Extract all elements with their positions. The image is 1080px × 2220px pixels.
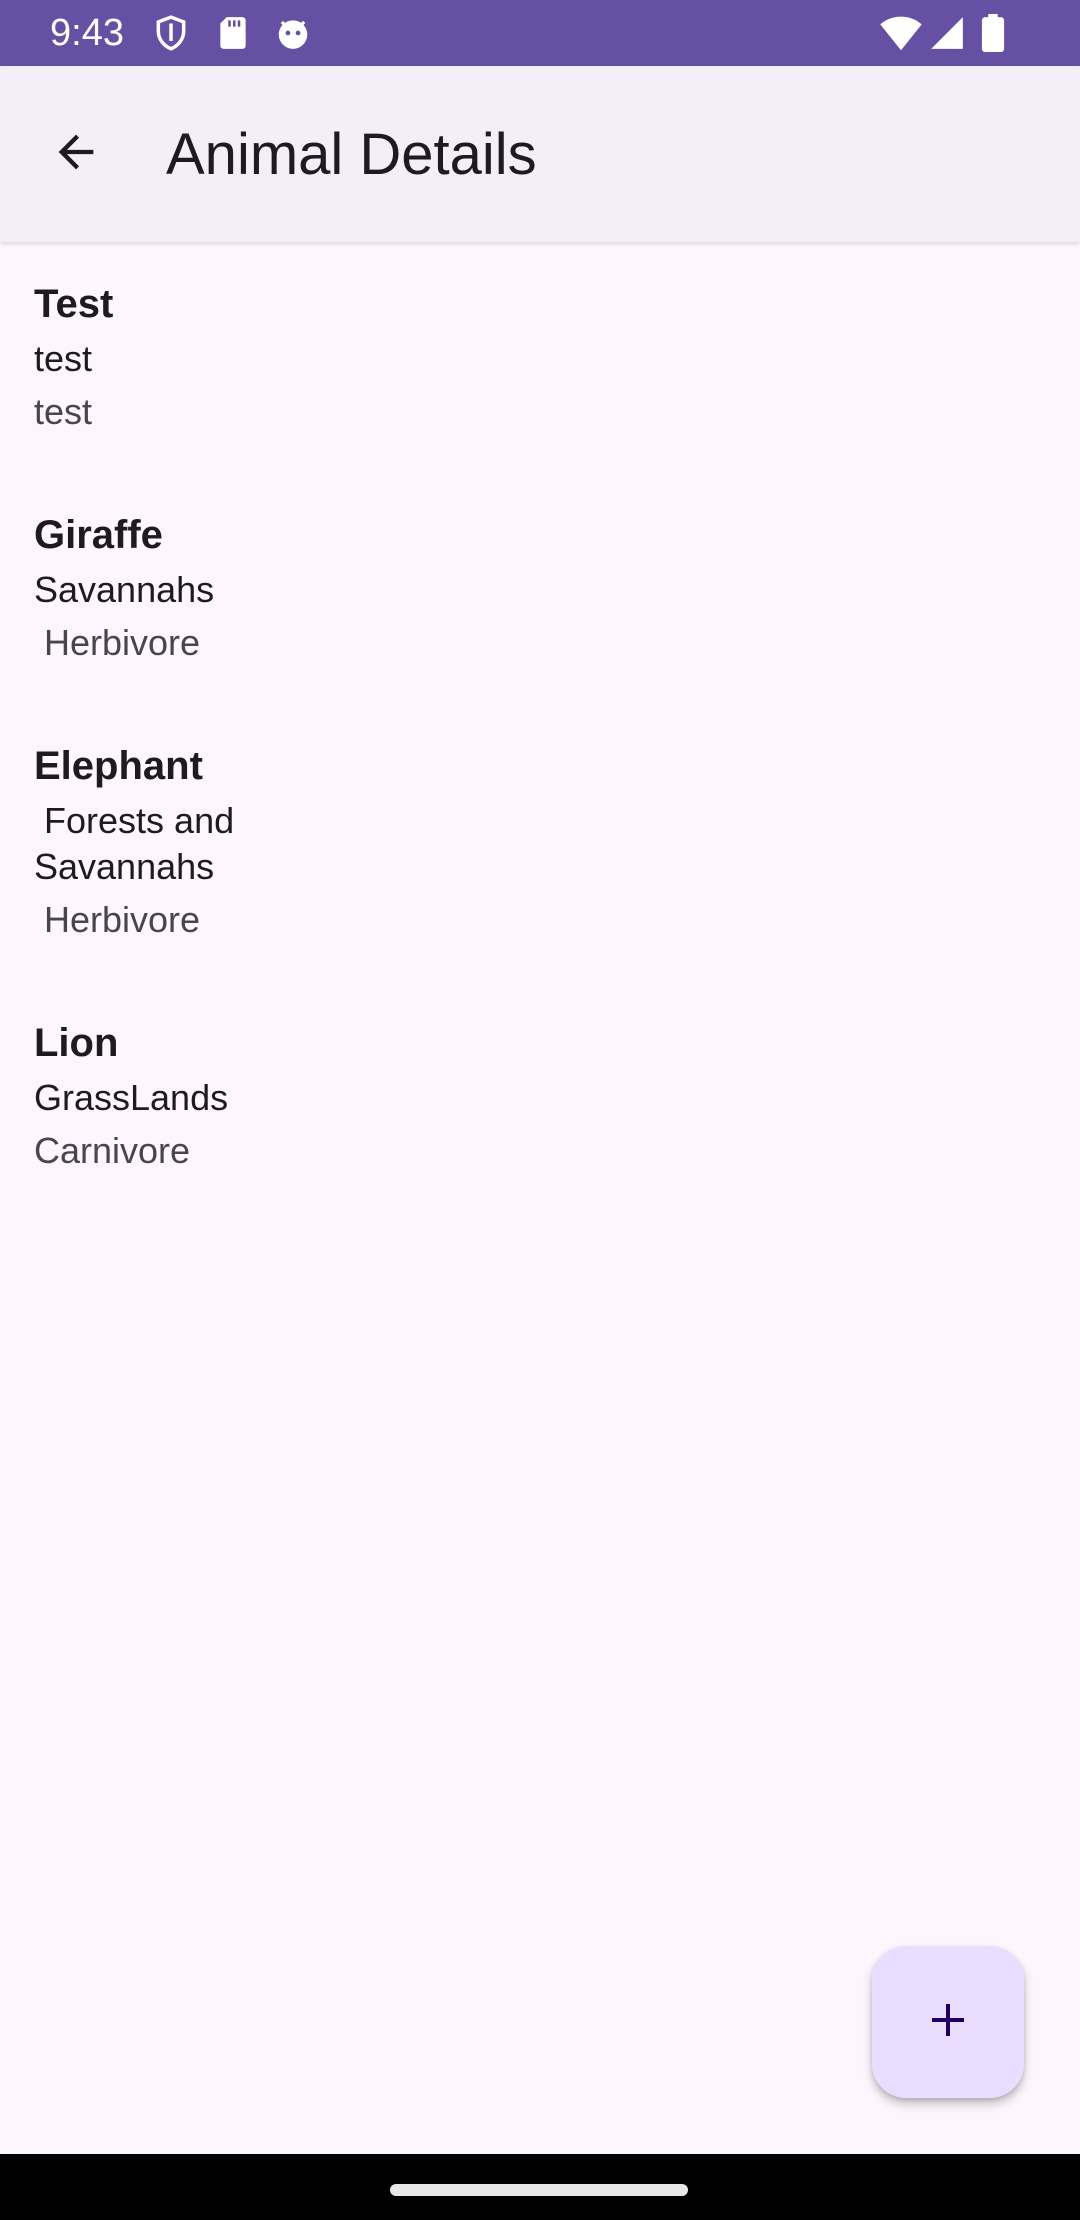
battery-icon [980,14,1006,53]
animal-habitat: Forests and Savannahs [34,800,245,887]
list-item[interactable]: Giraffe Savannahs Herbivore [34,511,934,666]
animal-name: Test [34,282,114,326]
animal-diet: Carnivore [34,1130,191,1171]
list-item[interactable]: Elephant Forests and Savannahs Herbivore [34,742,934,943]
animal-diet: Herbivore [34,899,201,940]
signal-icon [928,14,966,52]
page-title: Animal Details [166,122,537,187]
animal-name: Giraffe [34,513,163,557]
animal-name: Elephant [34,744,203,788]
add-animal-button[interactable] [872,1946,1024,2098]
top-app-bar: Animal Details [0,66,1080,242]
status-bar: 9:43 [0,0,1080,66]
sd-card-icon [214,14,252,52]
status-time: 9:43 [50,12,124,54]
plus-icon [924,1996,972,2049]
android-debug-icon [274,14,312,52]
list-item[interactable]: Test test test [34,280,934,435]
animal-habitat: test [34,338,93,379]
animal-habitat: GrassLands [34,1077,229,1118]
home-indicator[interactable] [390,2184,688,2196]
arrow-back-icon [50,126,102,183]
animal-diet: test [34,391,93,432]
system-nav-bar [0,2154,1080,2220]
wifi-icon [880,14,922,52]
animal-habitat: Savannahs [34,569,215,610]
screen: 9:43 Animal Details Test test test Giraf… [0,0,1080,2220]
animal-diet: Herbivore [34,622,201,663]
shield-icon [152,14,190,52]
animal-name: Lion [34,1021,119,1065]
list-item[interactable]: Lion GrassLands Carnivore [34,1019,934,1174]
back-button[interactable] [38,116,114,192]
